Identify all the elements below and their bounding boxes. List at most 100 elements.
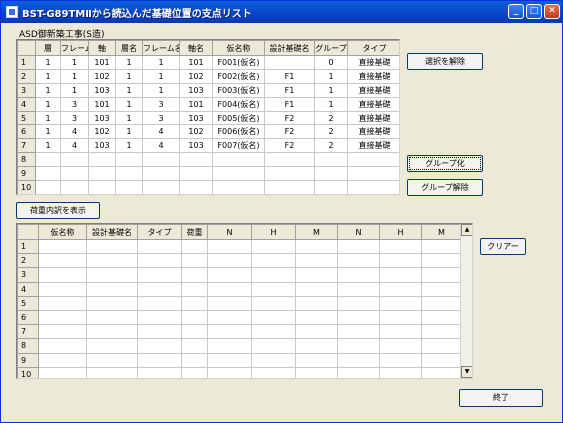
title-bar[interactable]: BST-G89TMⅡから読込んだ基礎位置の支点リスト _ □ ✕ — [1, 1, 562, 23]
column-header[interactable]: フレーム名 — [142, 40, 180, 56]
table-cell[interactable] — [337, 238, 380, 255]
table-cell[interactable] — [207, 253, 252, 269]
row-header[interactable]: 4 — [17, 96, 36, 112]
table-row[interactable]: 8 — [17, 338, 462, 354]
table-cell[interactable] — [379, 352, 422, 368]
table-cell[interactable] — [86, 366, 138, 378]
row-header[interactable]: 6 — [17, 309, 39, 326]
table-cell[interactable] — [86, 295, 138, 311]
table-cell[interactable] — [251, 324, 296, 340]
table-cell[interactable] — [207, 238, 252, 255]
table-cell[interactable] — [38, 253, 87, 269]
row-header[interactable]: 2 — [17, 68, 36, 84]
table-cell[interactable] — [295, 267, 338, 283]
column-header[interactable]: グループ — [314, 40, 348, 56]
table-cell[interactable] — [421, 352, 462, 368]
table-cell[interactable] — [207, 324, 252, 340]
table-row[interactable]: 4 1 3 101 1 3 101 F004(仮名) F1 1 直接基礎 — [17, 96, 399, 112]
table-cell[interactable] — [421, 281, 462, 297]
table-cell[interactable] — [379, 324, 422, 340]
clear-button[interactable]: クリアー — [480, 238, 526, 255]
column-header[interactable]: 軸名 — [179, 40, 213, 56]
table-cell[interactable] — [86, 267, 138, 283]
table-cell[interactable] — [207, 295, 252, 311]
table-cell[interactable] — [251, 366, 296, 378]
table-cell[interactable] — [86, 352, 138, 368]
column-header[interactable]: フレーム — [60, 40, 89, 56]
table-row[interactable]: 8 — [17, 152, 399, 168]
table-cell[interactable] — [207, 366, 252, 378]
table-row[interactable]: 5 — [17, 295, 462, 311]
column-header[interactable]: 層 — [35, 40, 61, 56]
table-cell[interactable] — [251, 295, 296, 311]
table-cell[interactable] — [137, 253, 182, 269]
table-cell[interactable] — [38, 366, 87, 378]
column-header[interactable]: M — [421, 224, 462, 240]
table-row[interactable]: 6 1 4 102 1 4 102 F006(仮名) F2 2 直接基礎 — [17, 124, 399, 140]
table-cell[interactable] — [137, 267, 182, 283]
table-cell[interactable] — [181, 338, 208, 354]
table-row[interactable]: 1 1 1 101 1 1 101 F001(仮名) 0 直接基礎 — [17, 55, 399, 70]
table-cell[interactable] — [137, 309, 182, 326]
scroll-up-arrow[interactable]: ▲ — [461, 224, 472, 236]
row-header[interactable]: 5 — [17, 295, 39, 311]
table-cell[interactable] — [379, 295, 422, 311]
table-cell[interactable] — [337, 309, 380, 326]
column-header[interactable]: H — [251, 224, 296, 240]
row-header[interactable]: 8 — [17, 152, 36, 168]
table-cell[interactable] — [421, 324, 462, 340]
table-cell[interactable] — [207, 281, 252, 297]
table-cell[interactable] — [38, 295, 87, 311]
table-cell[interactable] — [181, 352, 208, 368]
column-header[interactable]: 仮名称 — [212, 40, 265, 56]
row-header[interactable]: 5 — [17, 110, 36, 126]
table-cell[interactable] — [379, 338, 422, 354]
table-cell[interactable] — [421, 338, 462, 354]
table-cell[interactable] — [38, 338, 87, 354]
show-load-breakdown-button[interactable]: 荷重内訳を表示 — [16, 202, 100, 219]
row-header[interactable]: 7 — [17, 324, 39, 340]
table-cell[interactable] — [295, 281, 338, 297]
table-row[interactable]: 9 — [17, 166, 399, 182]
column-header[interactable]: 仮名称 — [38, 224, 87, 240]
table-cell[interactable] — [337, 338, 380, 354]
table-cell[interactable] — [251, 281, 296, 297]
table-row[interactable]: 4 — [17, 281, 462, 297]
table-cell[interactable] — [181, 324, 208, 340]
row-header[interactable]: 10 — [17, 180, 36, 194]
table-cell[interactable] — [295, 295, 338, 311]
scroll-down-arrow[interactable]: ▼ — [461, 366, 472, 378]
table-cell[interactable] — [337, 366, 380, 378]
table-cell[interactable] — [421, 238, 462, 255]
table-cell[interactable] — [379, 238, 422, 255]
table-cell[interactable] — [181, 267, 208, 283]
table-cell[interactable] — [181, 309, 208, 326]
table-cell[interactable] — [379, 309, 422, 326]
table-row[interactable]: 2 — [17, 253, 462, 269]
table-cell[interactable] — [137, 352, 182, 368]
table-row[interactable]: 7 1 4 103 1 4 103 F007(仮名) F2 2 直接基礎 — [17, 138, 399, 154]
column-header[interactable]: 荷重 — [181, 224, 208, 240]
row-header[interactable]: 4 — [17, 281, 39, 297]
table-cell[interactable] — [337, 253, 380, 269]
table-cell[interactable] — [137, 338, 182, 354]
column-header[interactable] — [17, 224, 39, 240]
table-cell[interactable] — [137, 281, 182, 297]
column-header[interactable]: 設計基礎名 — [86, 224, 138, 240]
table-cell[interactable] — [251, 253, 296, 269]
table-row[interactable]: 2 1 1 102 1 1 102 F002(仮名) F1 1 直接基礎 — [17, 68, 399, 84]
column-header[interactable]: 軸 — [88, 40, 116, 56]
table-row[interactable]: 6 — [17, 309, 462, 326]
column-header[interactable]: タイプ — [347, 40, 399, 56]
row-header[interactable]: 10 — [17, 366, 39, 378]
table-cell[interactable] — [181, 238, 208, 255]
table-cell[interactable] — [337, 295, 380, 311]
row-header[interactable]: 3 — [17, 267, 39, 283]
column-header[interactable]: M — [295, 224, 338, 240]
column-header[interactable] — [17, 40, 36, 56]
deselect-button[interactable]: 選択を解除 — [407, 53, 483, 70]
column-header[interactable]: 層名 — [115, 40, 143, 56]
row-header[interactable]: 1 — [17, 238, 39, 255]
table-cell[interactable] — [38, 309, 87, 326]
table-cell[interactable] — [207, 338, 252, 354]
